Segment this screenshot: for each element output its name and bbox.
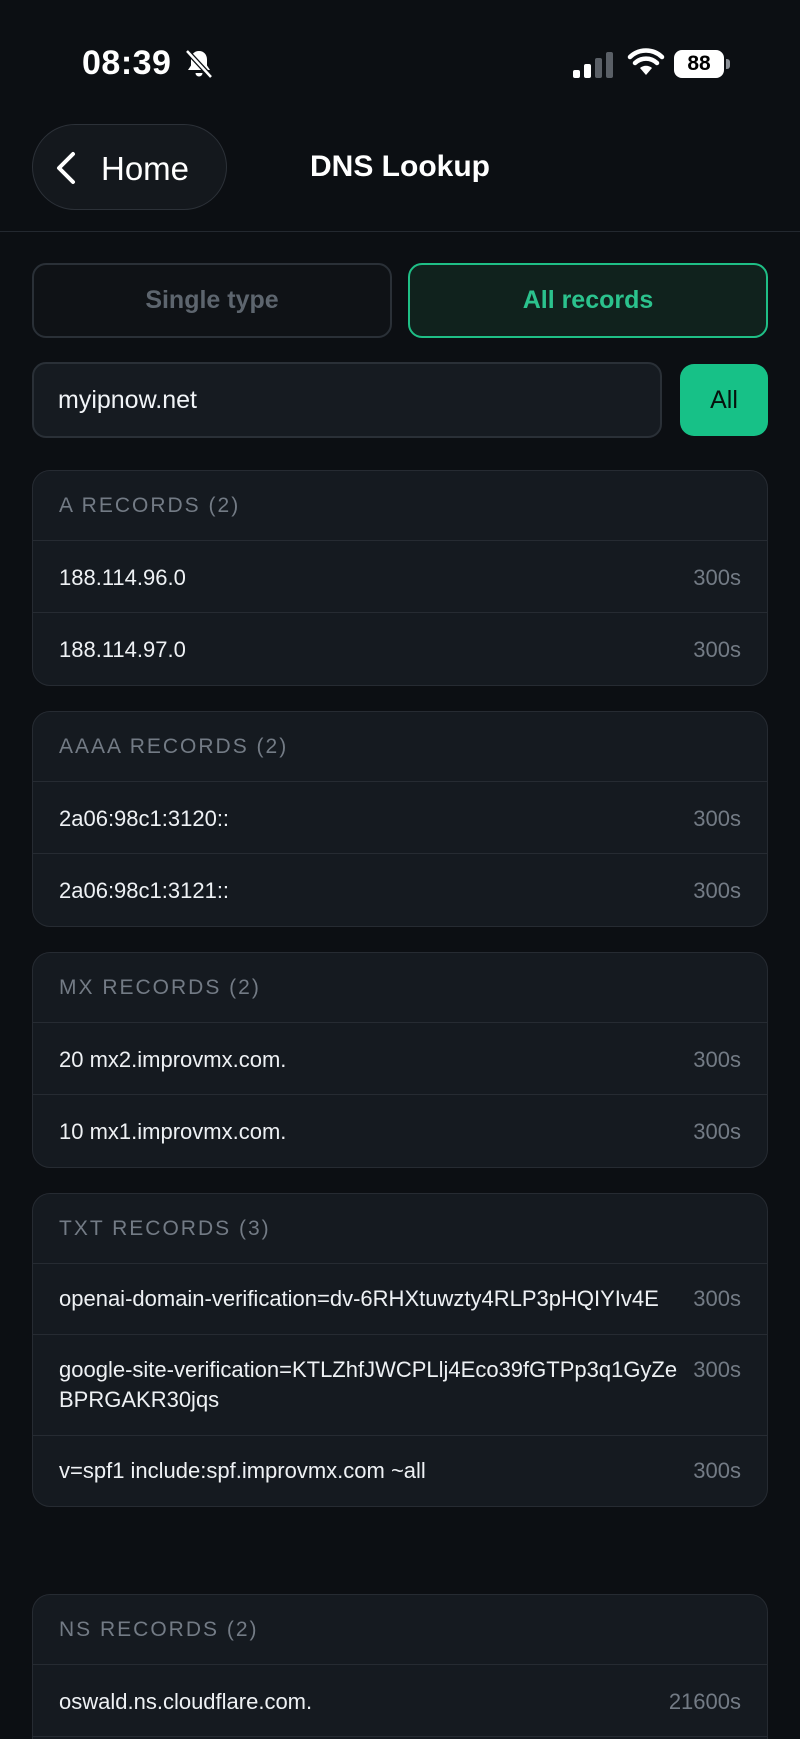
record-row[interactable]: 20 mx2.improvmx.com. 300s [33, 1023, 767, 1095]
tab-single-type[interactable]: Single type [32, 263, 392, 338]
a-records-card: A RECORDS (2) 188.114.96.0 300s 188.114.… [32, 470, 768, 686]
record-row[interactable]: 188.114.97.0 300s [33, 613, 767, 685]
record-row[interactable]: v=spf1 include:spf.improvmx.com ~all 300… [33, 1436, 767, 1506]
record-ttl: 300s [693, 878, 741, 903]
domain-input[interactable] [32, 362, 662, 438]
record-ttl: 300s [693, 1047, 741, 1072]
record-ttl: 300s [693, 1119, 741, 1144]
card-header: MX RECORDS (2) [33, 953, 767, 1023]
ns-records-card: NS RECORDS (2) oswald.ns.cloudflare.com.… [32, 1594, 768, 1739]
card-header: AAAA RECORDS (2) [33, 712, 767, 782]
record-value: 188.114.97.0 [59, 637, 186, 662]
record-row[interactable]: 188.114.96.0 300s [33, 541, 767, 613]
record-ttl: 300s [693, 637, 741, 662]
tab-all-records[interactable]: All records [408, 263, 768, 338]
txt-records-card: TXT RECORDS (3) openai-domain-verificati… [32, 1193, 768, 1507]
cellular-signal-icon [573, 52, 613, 78]
record-value: 20 mx2.improvmx.com. [59, 1047, 287, 1072]
page-title: DNS Lookup [310, 150, 490, 183]
navigation-bar: Home DNS Lookup [0, 120, 800, 232]
card-header: NS RECORDS (2) [33, 1595, 767, 1665]
record-row[interactable]: openai-domain-verification=dv-6RHXtuwzty… [33, 1264, 767, 1335]
record-row[interactable]: 2a06:98c1:3121:: 300s [33, 854, 767, 926]
record-ttl: 300s [693, 1286, 741, 1311]
record-ttl: 300s [693, 565, 741, 590]
record-value: 10 mx1.improvmx.com. [59, 1119, 287, 1144]
status-bar: 08:39 88 [0, 0, 800, 120]
record-row[interactable]: 2a06:98c1:3120:: 300s [33, 782, 767, 854]
record-ttl: 300s [693, 1458, 741, 1483]
bell-slash-icon [185, 49, 213, 79]
aaaa-records-card: AAAA RECORDS (2) 2a06:98c1:3120:: 300s 2… [32, 711, 768, 927]
record-value: google-site-verification=KTLZhfJWCPLlj4E… [59, 1357, 678, 1412]
record-value: openai-domain-verification=dv-6RHXtuwzty… [59, 1286, 659, 1311]
mx-records-card: MX RECORDS (2) 20 mx2.improvmx.com. 300s… [32, 952, 768, 1168]
record-value: v=spf1 include:spf.improvmx.com ~all [59, 1458, 426, 1483]
record-ttl: 300s [693, 806, 741, 831]
record-value: oswald.ns.cloudflare.com. [59, 1689, 313, 1714]
record-value: 188.114.96.0 [59, 565, 186, 590]
record-ttl: 21600s [668, 1689, 741, 1714]
card-header: A RECORDS (2) [33, 471, 767, 541]
record-row[interactable]: oswald.ns.cloudflare.com. 21600s [33, 1665, 767, 1737]
record-value: 2a06:98c1:3120:: [59, 806, 230, 831]
record-row[interactable]: 10 mx1.improvmx.com. 300s [33, 1095, 767, 1167]
battery-level: 88 [687, 52, 711, 75]
battery-indicator: 88 [674, 50, 730, 78]
lookup-all-button[interactable]: All [680, 364, 768, 436]
status-time: 08:39 [82, 44, 172, 82]
record-ttl: 300s [693, 1357, 741, 1382]
record-row[interactable]: google-site-verification=KTLZhfJWCPLlj4E… [33, 1335, 767, 1436]
wifi-icon [627, 48, 665, 75]
record-value: 2a06:98c1:3121:: [59, 878, 230, 903]
card-header: TXT RECORDS (3) [33, 1194, 767, 1264]
